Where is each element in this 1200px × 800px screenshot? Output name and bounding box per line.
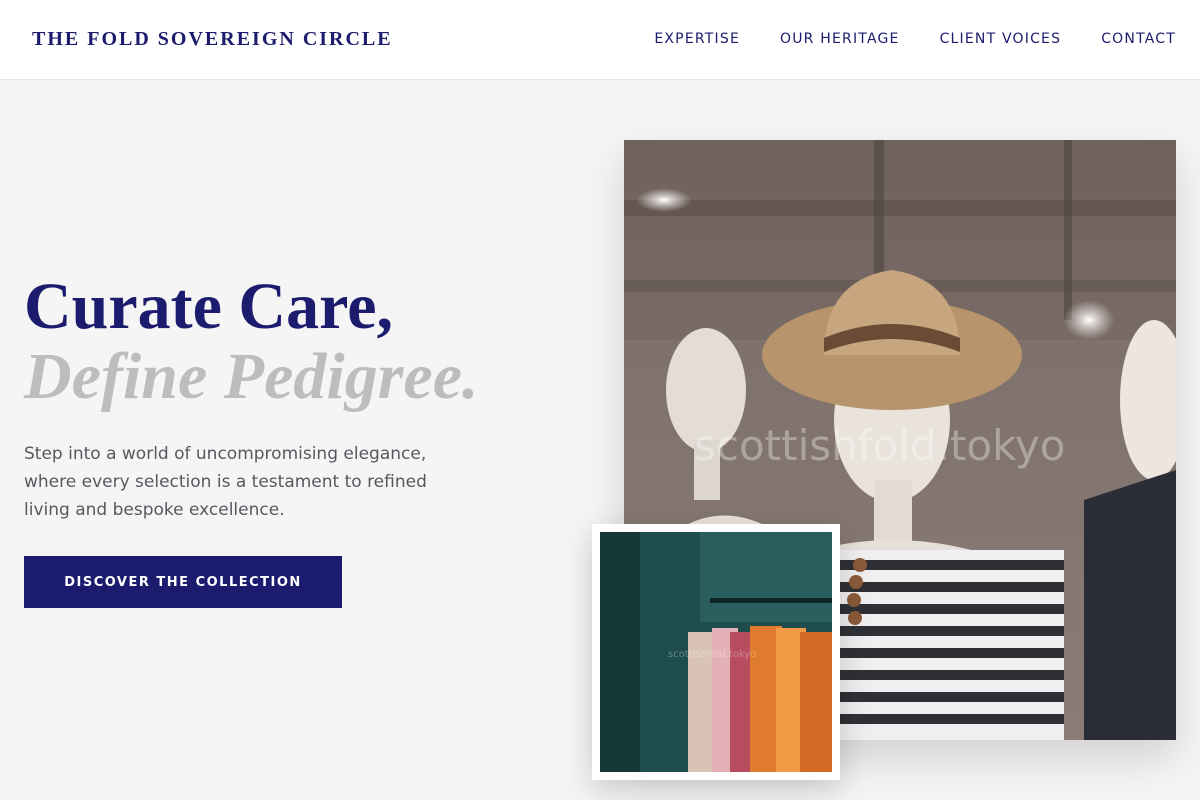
- image-watermark: scottishfold.tokyo: [694, 421, 1065, 470]
- main-nav: EXPERTISE OUR HERITAGE CLIENT VOICES CON…: [654, 31, 1176, 47]
- hero-title-line1: Curate Care,: [24, 270, 393, 343]
- nav-link-expertise[interactable]: EXPERTISE: [654, 31, 740, 47]
- inset-photo-clothing-rack: scottishfold.tokyo: [592, 524, 840, 780]
- discover-collection-button[interactable]: DISCOVER THE COLLECTION: [24, 556, 342, 608]
- hero-title: Curate Care, Define Pedigree.: [24, 272, 479, 412]
- hanging-clothes: [688, 626, 832, 772]
- clothing-rack-illustration: scottishfold.tokyo: [600, 532, 832, 772]
- hero-title-line2: Define Pedigree.: [24, 340, 479, 413]
- nav-link-client-voices[interactable]: CLIENT VOICES: [940, 31, 1062, 47]
- hero-description: Step into a world of uncompromising eleg…: [24, 444, 427, 520]
- brand-logo[interactable]: THE FOLD SOVEREIGN CIRCLE: [32, 28, 393, 51]
- top-navigation-bar: THE FOLD SOVEREIGN CIRCLE EXPERTISE OUR …: [0, 0, 1200, 80]
- nav-link-our-heritage[interactable]: OUR HERITAGE: [780, 31, 900, 47]
- inset-watermark: scottishfold.tokyo: [668, 649, 756, 660]
- nav-link-contact[interactable]: CONTACT: [1101, 31, 1176, 47]
- striped-top: [839, 550, 1064, 740]
